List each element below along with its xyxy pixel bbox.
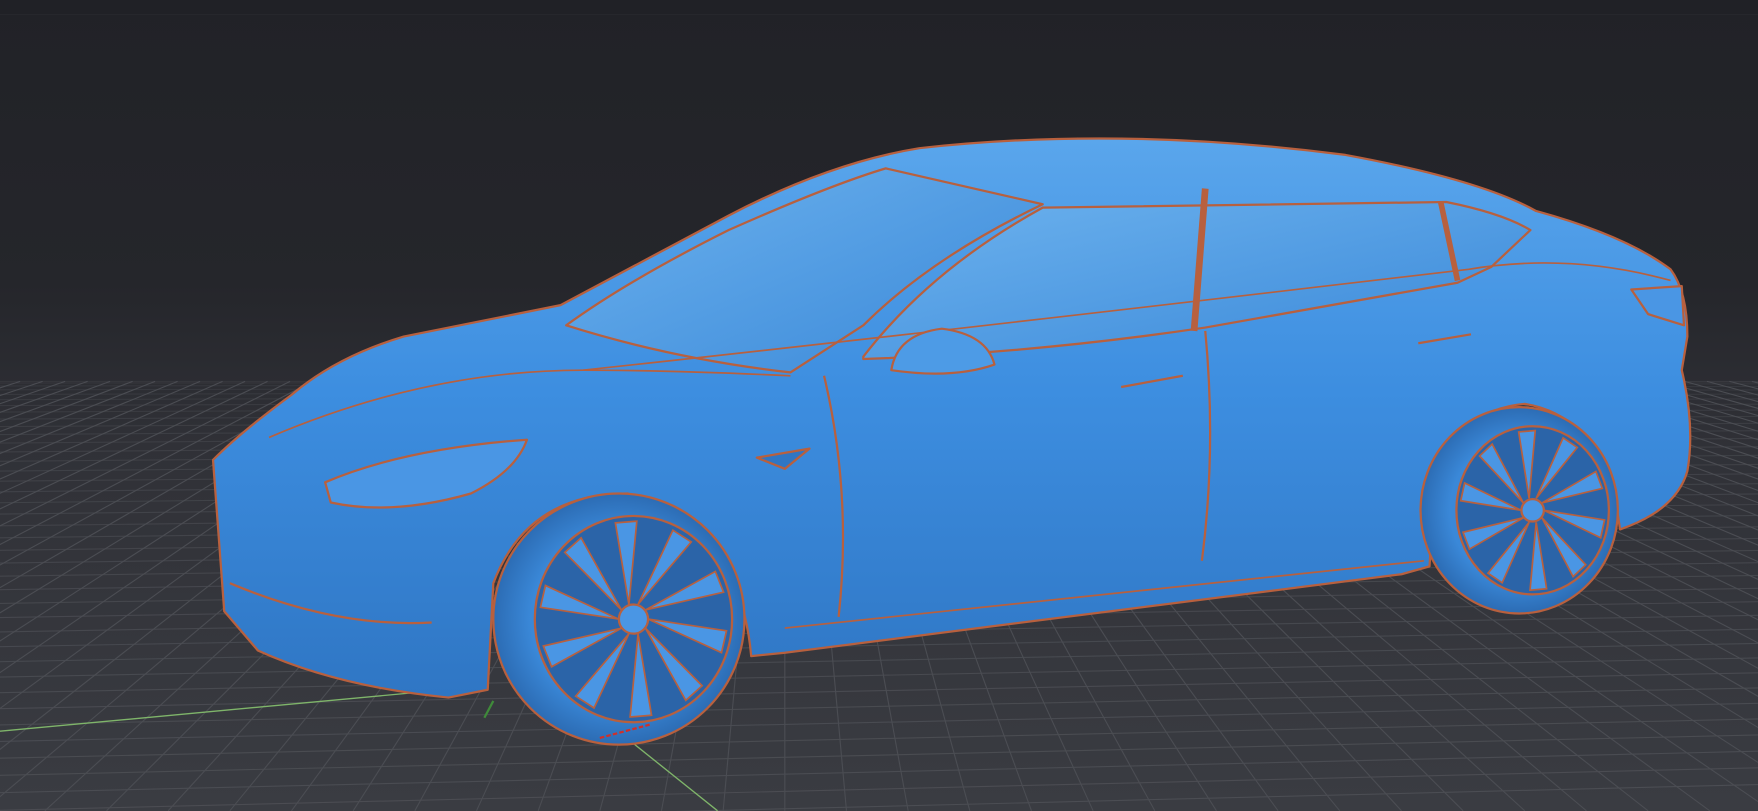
- rear-wheel[interactable]: [1419, 406, 1619, 615]
- grid-line: [0, 734, 1758, 776]
- grid-line: [0, 380, 111, 423]
- grid-line: [0, 702, 1758, 742]
- front-hub: [617, 603, 650, 635]
- grid-line: [0, 380, 66, 405]
- grid-line: [0, 750, 1758, 794]
- grid-line: [0, 657, 1758, 694]
- grid-line: [0, 718, 1758, 759]
- grid-line: [0, 767, 1758, 811]
- 3d-viewport[interactable]: [0, 0, 1758, 811]
- grid-line: [0, 380, 201, 467]
- car-mesh[interactable]: [211, 137, 1692, 699]
- scene: [0, 137, 1758, 811]
- front-wheel[interactable]: [492, 492, 746, 746]
- gizmo-y-axis: [483, 700, 495, 719]
- grid-line: [0, 380, 246, 494]
- rear-hub: [1520, 497, 1545, 523]
- grid-line: [0, 380, 43, 397]
